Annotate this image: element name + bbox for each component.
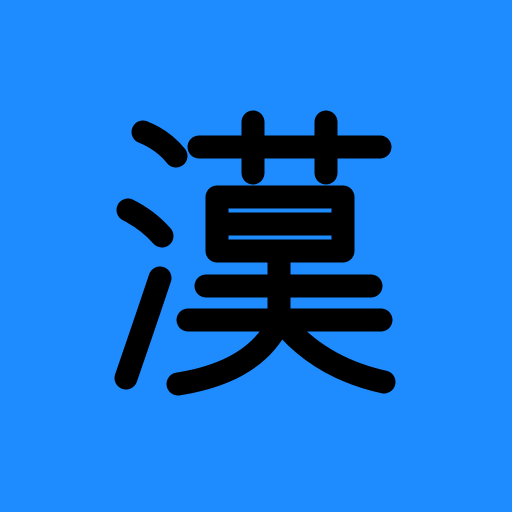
water-radical-rise [114, 266, 172, 390]
water-radical-dot-top [131, 120, 188, 168]
water-radical-dot-middle [116, 198, 174, 248]
app-icon [0, 0, 512, 512]
kanji-han-glyph [114, 110, 396, 396]
